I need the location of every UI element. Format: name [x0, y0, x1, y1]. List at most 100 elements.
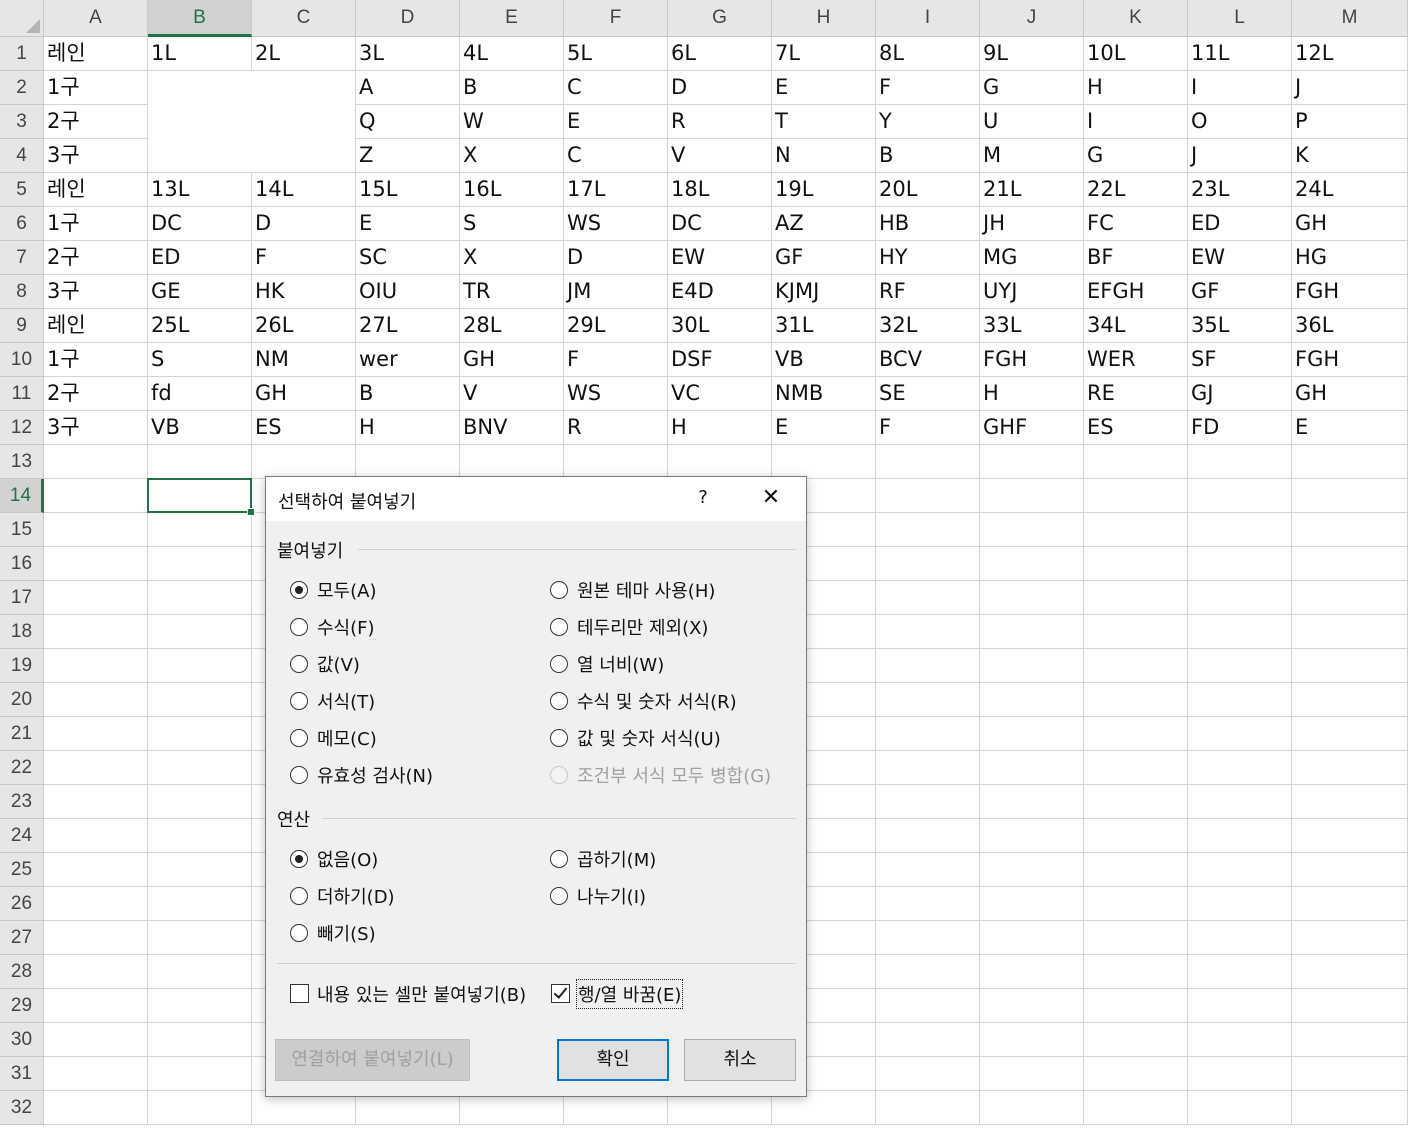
cell[interactable] — [44, 717, 148, 751]
cell[interactable] — [44, 751, 148, 785]
cell[interactable] — [1292, 955, 1408, 989]
cell[interactable] — [148, 513, 252, 547]
cell[interactable] — [980, 649, 1084, 683]
cell[interactable] — [1084, 819, 1188, 853]
cell[interactable] — [980, 717, 1084, 751]
cell[interactable] — [252, 445, 356, 479]
cell[interactable] — [1084, 887, 1188, 921]
cell[interactable]: P — [1292, 105, 1408, 139]
cell[interactable]: X — [460, 139, 564, 173]
row-header[interactable]: 7 — [0, 241, 44, 275]
column-header[interactable]: E — [460, 0, 564, 37]
cell[interactable]: DC — [148, 207, 252, 241]
cell[interactable]: 34L — [1084, 309, 1188, 343]
cell[interactable] — [876, 1091, 980, 1125]
cell[interactable]: EW — [668, 241, 772, 275]
cell[interactable] — [1188, 513, 1292, 547]
cell[interactable] — [980, 853, 1084, 887]
cell[interactable]: 3구 — [44, 411, 148, 445]
cell[interactable]: Z — [356, 139, 460, 173]
cell[interactable] — [980, 785, 1084, 819]
cell[interactable] — [148, 921, 252, 955]
cell[interactable] — [148, 683, 252, 717]
cell[interactable]: 20L — [876, 173, 980, 207]
cell[interactable]: OIU — [356, 275, 460, 309]
row-header[interactable]: 1 — [0, 37, 44, 71]
cell[interactable]: 3구 — [44, 275, 148, 309]
cell[interactable] — [1188, 853, 1292, 887]
cell[interactable]: U — [980, 105, 1084, 139]
column-header[interactable]: M — [1292, 0, 1408, 37]
cell[interactable]: GJ — [1188, 377, 1292, 411]
cell[interactable] — [1292, 1091, 1408, 1125]
cell[interactable] — [1084, 921, 1188, 955]
cell[interactable]: I — [1188, 71, 1292, 105]
cell[interactable] — [44, 513, 148, 547]
cell[interactable]: ED — [1188, 207, 1292, 241]
cell[interactable] — [1188, 1057, 1292, 1091]
row-header[interactable]: 31 — [0, 1057, 44, 1091]
cell[interactable] — [876, 989, 980, 1023]
cell[interactable]: 14L — [252, 173, 356, 207]
cell[interactable]: H — [1084, 71, 1188, 105]
cell[interactable] — [1084, 989, 1188, 1023]
row-header[interactable]: 2 — [0, 71, 44, 105]
cell[interactable]: WS — [564, 207, 668, 241]
cell[interactable]: R — [564, 411, 668, 445]
cell[interactable] — [1292, 683, 1408, 717]
cell[interactable]: FC — [1084, 207, 1188, 241]
cell[interactable] — [876, 955, 980, 989]
cell[interactable]: NMB — [772, 377, 876, 411]
cell[interactable] — [1188, 717, 1292, 751]
cell[interactable]: Q — [356, 105, 460, 139]
cell[interactable] — [1084, 513, 1188, 547]
cell[interactable]: 36L — [1292, 309, 1408, 343]
cell[interactable] — [1084, 547, 1188, 581]
row-header[interactable]: 3 — [0, 105, 44, 139]
cell[interactable]: 28L — [460, 309, 564, 343]
cell[interactable]: 2구 — [44, 241, 148, 275]
row-header[interactable]: 21 — [0, 717, 44, 751]
cell[interactable] — [44, 955, 148, 989]
cell[interactable] — [1292, 717, 1408, 751]
cell[interactable]: DC — [668, 207, 772, 241]
cell[interactable]: C — [564, 139, 668, 173]
cell[interactable]: E — [772, 71, 876, 105]
cell[interactable]: 15L — [356, 173, 460, 207]
cell[interactable] — [1188, 649, 1292, 683]
cell[interactable] — [44, 581, 148, 615]
cell[interactable] — [980, 683, 1084, 717]
cell[interactable] — [876, 1057, 980, 1091]
cell[interactable]: JH — [980, 207, 1084, 241]
ok-button[interactable]: 확인 — [557, 1039, 669, 1081]
cell[interactable]: WS — [564, 377, 668, 411]
cell[interactable]: 9L — [980, 37, 1084, 71]
cell[interactable]: F — [876, 411, 980, 445]
cell[interactable] — [1292, 581, 1408, 615]
cell[interactable] — [876, 683, 980, 717]
row-header[interactable]: 24 — [0, 819, 44, 853]
row-header[interactable]: 30 — [0, 1023, 44, 1057]
cell[interactable]: 7L — [772, 37, 876, 71]
cell[interactable] — [1084, 683, 1188, 717]
row-header[interactable]: 8 — [0, 275, 44, 309]
cell[interactable] — [1188, 955, 1292, 989]
cell[interactable] — [1084, 581, 1188, 615]
row-header[interactable]: 6 — [0, 207, 44, 241]
cell[interactable] — [44, 921, 148, 955]
cell[interactable] — [1188, 615, 1292, 649]
cell[interactable] — [1292, 887, 1408, 921]
cell[interactable]: E — [772, 411, 876, 445]
cell[interactable]: S — [148, 343, 252, 377]
cell[interactable] — [148, 853, 252, 887]
cell[interactable] — [148, 615, 252, 649]
cell[interactable]: 8L — [876, 37, 980, 71]
cell[interactable]: 35L — [1188, 309, 1292, 343]
cell[interactable] — [1292, 649, 1408, 683]
cell[interactable] — [44, 1023, 148, 1057]
row-header[interactable]: 23 — [0, 785, 44, 819]
cell[interactable]: FGH — [980, 343, 1084, 377]
cell[interactable]: EW — [1188, 241, 1292, 275]
cell[interactable]: T — [772, 105, 876, 139]
cell[interactable] — [148, 1091, 252, 1125]
